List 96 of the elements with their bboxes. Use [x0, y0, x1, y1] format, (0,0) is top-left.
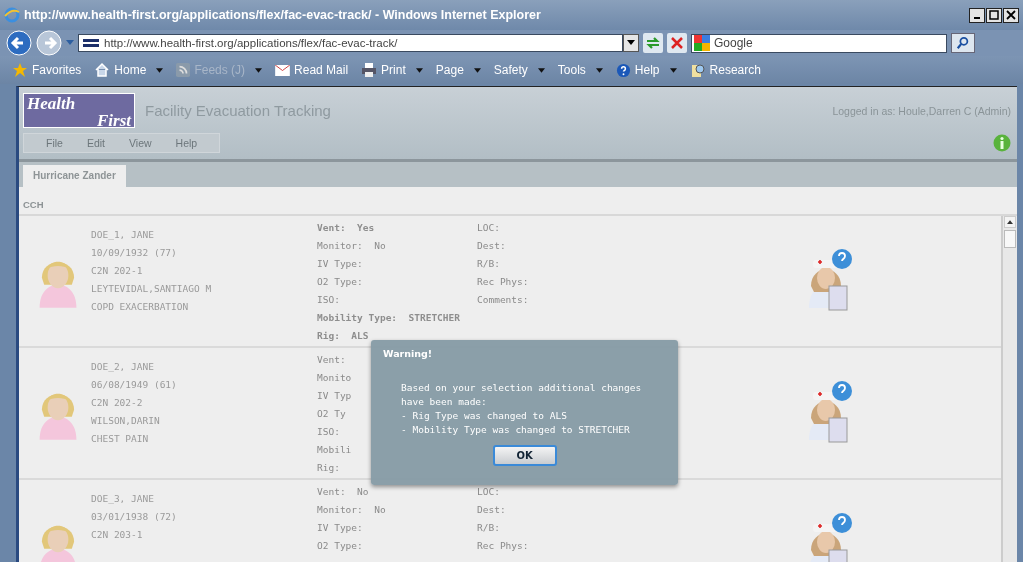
- patient-field: O2 Type:: [317, 273, 363, 291]
- address-dropdown-button[interactable]: [623, 34, 639, 52]
- patient-field: Monito: [317, 369, 352, 387]
- dropdown-caret-icon[interactable]: [66, 40, 74, 46]
- toolbar-button[interactable]: Favorites: [12, 62, 82, 78]
- patient-field: Vent: No: [317, 483, 369, 501]
- patient-field: Dest:: [477, 237, 506, 255]
- patient-field: Mobili: [317, 441, 352, 459]
- patient-field: Mobility Type: STRETCHER: [317, 309, 460, 327]
- patient-field: IV Type:: [317, 255, 363, 273]
- close-button[interactable]: [1003, 7, 1019, 23]
- menu-item[interactable]: Edit: [86, 137, 105, 149]
- caret-icon: [627, 40, 635, 46]
- toolbar-button[interactable]: Print: [361, 62, 423, 78]
- nurse-help-icon[interactable]: [807, 378, 853, 444]
- patient-field: Comments:: [477, 291, 529, 309]
- nurse-help-icon[interactable]: [807, 246, 853, 312]
- patient-field: Vent: Yes: [317, 219, 375, 237]
- patient-field: LOC:: [477, 219, 500, 237]
- dialog-message: - Mobility Type was changed to STRETCHER: [401, 423, 631, 437]
- dialog-message: Based on your selection additional changes: [401, 381, 643, 395]
- section-header: CCH: [19, 193, 1017, 216]
- search-button[interactable]: [951, 33, 975, 53]
- patient-field: Monitor: No: [317, 501, 386, 519]
- patient-detail: C2N 202-1: [91, 264, 143, 278]
- research-icon: [689, 62, 706, 78]
- menu-item[interactable]: File: [46, 137, 63, 149]
- star-icon: [12, 62, 28, 78]
- search-engine-icon: [694, 35, 710, 51]
- printer-icon: [361, 62, 378, 78]
- page-icon: [83, 39, 99, 47]
- patient-field: Vent:: [317, 351, 346, 369]
- patient-field: Rig:: [317, 459, 340, 477]
- patient-detail: DOE_3, JANE: [91, 492, 154, 506]
- patient-field: LOC:: [477, 483, 500, 501]
- patient-field: Dest:: [477, 501, 506, 519]
- minimize-icon: [974, 17, 980, 19]
- patient-field: R/B:: [477, 519, 500, 537]
- patient-field: Rig: ALS: [317, 327, 369, 345]
- toolbar-button[interactable]: Home: [94, 62, 164, 78]
- patient-detail: DOE_2, JANE: [91, 360, 154, 374]
- logo: Health First: [23, 93, 135, 128]
- info-icon[interactable]: [993, 134, 1011, 152]
- toolbar-button[interactable]: Page: [435, 63, 481, 77]
- feed-icon: [176, 63, 191, 77]
- patient-detail: DOE_1, JANE: [91, 228, 154, 242]
- dialog-message: - Rig Type was changed to ALS: [401, 409, 568, 423]
- patient-field: O2 Ty: [317, 405, 346, 423]
- toolbar-button[interactable]: Read Mail: [275, 63, 349, 77]
- menu-item[interactable]: View: [129, 137, 152, 149]
- toolbar-button[interactable]: Tools: [557, 63, 603, 77]
- patient-field: Monitor: No: [317, 237, 386, 255]
- search-icon: [956, 36, 970, 50]
- patient-detail: 10/09/1932 (77): [91, 246, 177, 260]
- patient-field: ISO:: [317, 423, 340, 441]
- browser-logo-icon: [4, 7, 20, 23]
- scrollbar[interactable]: [1001, 216, 1017, 562]
- patient-field: R/B:: [477, 255, 500, 273]
- search-field[interactable]: Google: [691, 33, 947, 53]
- dialog-title: Warning!: [383, 348, 434, 359]
- patient-detail: CHEST PAIN: [91, 432, 149, 446]
- toolbar-button[interactable]: Help: [615, 62, 677, 78]
- patient-detail: COPD EXACERBATION: [91, 300, 189, 314]
- home-icon: [94, 62, 111, 78]
- patient-field: Rec Phys:: [477, 537, 529, 555]
- patient-detail: C2N 203-1: [91, 528, 143, 542]
- address-field[interactable]: http://www.health-first.org/applications/flex/fac-evac-track/: [78, 34, 623, 52]
- back-button[interactable]: [6, 30, 32, 56]
- dialog-message: have been made:: [401, 395, 488, 409]
- minimize-button[interactable]: [969, 7, 985, 23]
- patient-field: IV Typ: [317, 387, 352, 405]
- ok-button[interactable]: OK: [492, 445, 557, 466]
- patient-detail: C2N 202-2: [91, 396, 143, 410]
- forward-button[interactable]: [36, 30, 62, 56]
- caret-icon: [1007, 220, 1013, 224]
- maximize-icon: [989, 10, 999, 20]
- patient-detail: 03/01/1938 (72): [91, 510, 177, 524]
- patient-detail: LEYTEVIDAL,SANTIAGO M: [91, 282, 212, 296]
- patient-field: Rec Phys:: [477, 273, 529, 291]
- tab[interactable]: Hurricane Zander: [23, 165, 126, 187]
- scroll-thumb[interactable]: [1004, 230, 1016, 248]
- stop-icon[interactable]: [667, 33, 687, 53]
- scroll-up-button[interactable]: [1004, 216, 1016, 228]
- patient-field: ISO:: [317, 291, 340, 309]
- close-icon: [1006, 10, 1016, 20]
- menu-item[interactable]: Help: [175, 137, 198, 149]
- help-icon: [615, 62, 631, 78]
- envelope-icon: [275, 64, 291, 76]
- toolbar-button[interactable]: Research: [689, 62, 761, 78]
- patient-field: O2 Type:: [317, 537, 363, 555]
- window-title: http://www.health-first.org/applications/flex/fac-evac-track/ - Windows Internet Explorer: [24, 8, 542, 22]
- patient-field: IV Type:: [317, 519, 363, 537]
- toolbar-button[interactable]: Safety: [493, 63, 545, 77]
- maximize-button[interactable]: [986, 7, 1002, 23]
- patient-detail: 06/08/1949 (61): [91, 378, 177, 392]
- patient-detail: WILSON,DARIN: [91, 414, 160, 428]
